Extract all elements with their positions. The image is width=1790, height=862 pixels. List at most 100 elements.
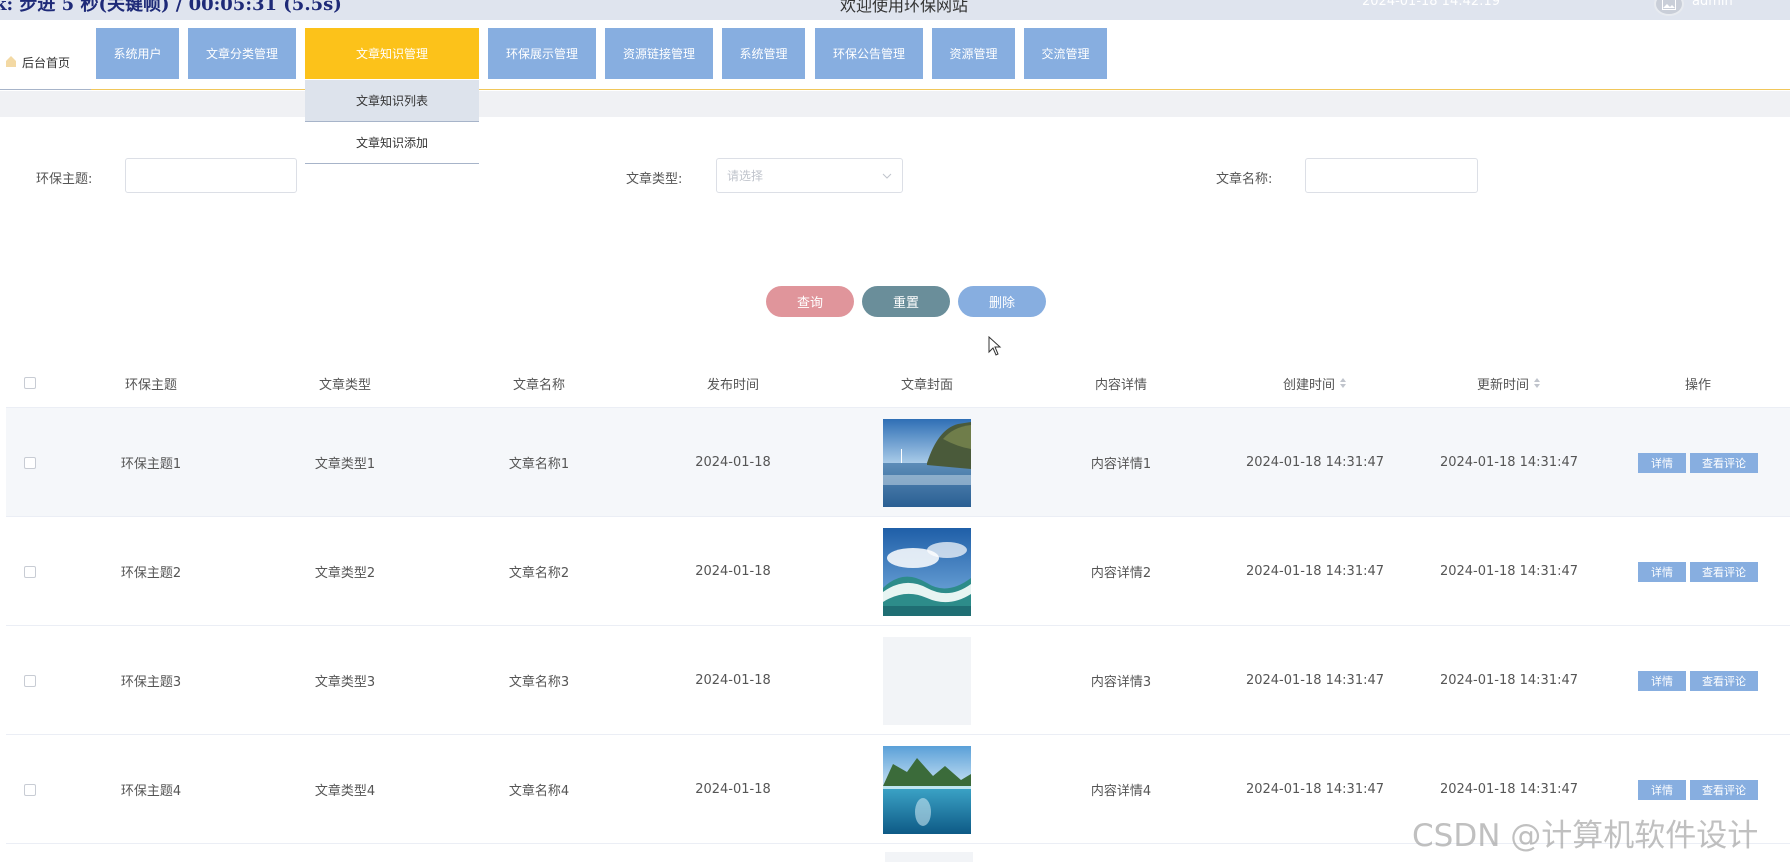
breadcrumb-strip: [0, 91, 1790, 117]
cell-theme: 环保主题4: [120, 784, 182, 799]
nav-item-resource-links[interactable]: 资源链接管理: [605, 28, 713, 79]
cell-type: 文章类型1: [314, 457, 376, 472]
csdn-watermark: CSDN @计算机软件设计: [1412, 818, 1759, 854]
cover-image-partial: [885, 852, 973, 862]
header-detail: 内容详情: [1094, 377, 1147, 393]
cell-detail: 内容详情3: [1090, 675, 1152, 690]
view-comments-button[interactable]: 查看评论: [1690, 779, 1758, 800]
cell-name: 文章名称2: [508, 566, 570, 581]
cell-updated-time: 2024-01-18 14:31:47: [1439, 673, 1579, 688]
detail-button[interactable]: 详情: [1638, 670, 1686, 691]
cell-name: 文章名称3: [508, 675, 570, 690]
select-all-checkbox[interactable]: [24, 377, 36, 389]
cell-updated-time: 2024-01-18 14:31:47: [1439, 455, 1579, 470]
cell-detail: 内容详情1: [1090, 457, 1152, 472]
site-title: 欢迎使用环保网站: [840, 0, 969, 15]
nav-item-article-knowledge[interactable]: 文章知识管理: [305, 28, 479, 79]
cell-theme: 环保主题3: [120, 675, 182, 690]
header-created-time[interactable]: 创建时间: [1218, 358, 1412, 408]
cell-type: 文章类型4: [314, 784, 376, 799]
dropdown-item-article-add[interactable]: 文章知识添加: [305, 122, 479, 164]
cell-created-time: 2024-01-18 14:31:47: [1245, 564, 1385, 579]
cell-detail: 内容详情4: [1090, 784, 1152, 799]
nav-item-resources[interactable]: 资源管理: [932, 28, 1015, 79]
table-header: 环保主题 文章类型 文章名称 发布时间 文章封面 内容详情 创建时间 更新时间 …: [6, 358, 1790, 408]
cell-type: 文章类型3: [314, 675, 376, 690]
header-publish-time: 发布时间: [706, 377, 759, 393]
cell-theme: 环保主题2: [120, 566, 182, 581]
dropdown-item-article-list[interactable]: 文章知识列表: [305, 80, 479, 122]
detail-button[interactable]: 详情: [1638, 779, 1686, 800]
cell-type: 文章类型2: [314, 566, 376, 581]
header-datetime: 2024-01-18 14:42:19: [1362, 0, 1501, 9]
table-row: 环保主题3 文章类型3 文章名称3 2024-01-18 内容详情3 2024-…: [6, 626, 1790, 735]
delete-button[interactable]: 删除: [958, 286, 1046, 317]
sort-icon[interactable]: [1533, 377, 1541, 389]
row-checkbox[interactable]: [24, 456, 36, 469]
detail-button[interactable]: 详情: [1638, 452, 1686, 473]
header-username[interactable]: admin: [1692, 0, 1733, 9]
empty-placeholder[interactable]: [883, 636, 971, 725]
mouse-cursor-icon: [988, 336, 1002, 356]
header-actions: 操作: [1684, 377, 1711, 393]
beach-cliff-image[interactable]: [883, 418, 971, 507]
home-icon: [6, 56, 16, 67]
top-navigation: 后台首页 系统用户 文章分类管理 文章知识管理 环保展示管理 资源链接管理 系统…: [0, 20, 1790, 90]
table-row: 环保主题2 文章类型2 文章名称2 2024-01-18 内容详情2 2024-…: [6, 517, 1790, 626]
header-theme: 环保主题: [124, 377, 177, 393]
header-created-time-label: 创建时间: [1282, 377, 1335, 393]
cell-publish-time: 2024-01-18: [695, 673, 771, 688]
cell-detail: 内容详情2: [1090, 566, 1152, 581]
header-cover: 文章封面: [900, 377, 953, 393]
cell-publish-time: 2024-01-18: [695, 782, 771, 797]
cell-created-time: 2024-01-18 14:31:47: [1245, 673, 1385, 688]
sort-icon[interactable]: [1339, 377, 1347, 389]
articles-table: 环保主题 文章类型 文章名称 发布时间 文章封面 内容详情 创建时间 更新时间 …: [6, 358, 1790, 862]
nav-item-system-users[interactable]: 系统用户: [96, 28, 179, 79]
type-filter-label: 文章类型:: [626, 172, 683, 187]
nav-item-eco-showcase[interactable]: 环保展示管理: [488, 28, 596, 79]
row-checkbox[interactable]: [24, 783, 36, 796]
user-avatar-icon[interactable]: [1654, 0, 1684, 16]
video-overlay-text: k: 步进 5 秒(关键帧) / 00:05:31 (5.5s): [0, 0, 342, 15]
theme-filter-label: 环保主题:: [36, 172, 93, 187]
detail-button[interactable]: 详情: [1638, 561, 1686, 582]
table-row: 环保主题1 文章类型1 文章名称1 2024-01-18 内容详情1 2024-…: [6, 408, 1790, 517]
type-filter-placeholder: 请选择: [727, 169, 764, 183]
header-updated-time[interactable]: 更新时间: [1412, 358, 1606, 408]
query-button[interactable]: 查询: [766, 286, 854, 317]
header-type: 文章类型: [318, 377, 371, 393]
cell-theme: 环保主题1: [120, 457, 182, 472]
nav-item-article-category[interactable]: 文章分类管理: [188, 28, 296, 79]
name-filter-input[interactable]: [1305, 158, 1478, 193]
top-header: k: 步进 5 秒(关键帧) / 00:05:31 (5.5s) 欢迎使用环保网…: [0, 0, 1790, 20]
nav-item-communication[interactable]: 交流管理: [1024, 28, 1107, 79]
admin-page: k: 步进 5 秒(关键帧) / 00:05:31 (5.5s) 欢迎使用环保网…: [0, 0, 1790, 862]
header-name: 文章名称: [512, 377, 565, 393]
reset-button[interactable]: 重置: [862, 286, 950, 317]
view-comments-button[interactable]: 查看评论: [1690, 561, 1758, 582]
home-link-label: 后台首页: [22, 56, 71, 70]
header-updated-time-label: 更新时间: [1476, 377, 1529, 393]
nav-dropdown-menu: 文章知识列表 文章知识添加: [305, 80, 479, 166]
name-filter-label: 文章名称:: [1216, 172, 1273, 187]
row-checkbox[interactable]: [24, 565, 36, 578]
ocean-wave-image[interactable]: [883, 527, 971, 616]
cell-name: 文章名称1: [508, 457, 570, 472]
row-checkbox[interactable]: [24, 674, 36, 687]
theme-filter-input[interactable]: [125, 158, 297, 193]
cell-updated-time: 2024-01-18 14:31:47: [1439, 564, 1579, 579]
view-comments-button[interactable]: 查看评论: [1690, 452, 1758, 473]
cell-publish-time: 2024-01-18: [695, 455, 771, 470]
cell-created-time: 2024-01-18 14:31:47: [1245, 455, 1385, 470]
nav-item-eco-announcements[interactable]: 环保公告管理: [815, 28, 923, 79]
nav-item-system-management[interactable]: 系统管理: [722, 28, 805, 79]
cell-created-time: 2024-01-18 14:31:47: [1245, 782, 1385, 797]
cell-name: 文章名称4: [508, 784, 570, 799]
underwater-island-image[interactable]: [883, 745, 971, 834]
home-link[interactable]: 后台首页: [0, 36, 91, 90]
type-filter-select[interactable]: 请选择: [716, 158, 903, 193]
chevron-down-icon: [882, 173, 892, 179]
view-comments-button[interactable]: 查看评论: [1690, 670, 1758, 691]
cell-publish-time: 2024-01-18: [695, 564, 771, 579]
